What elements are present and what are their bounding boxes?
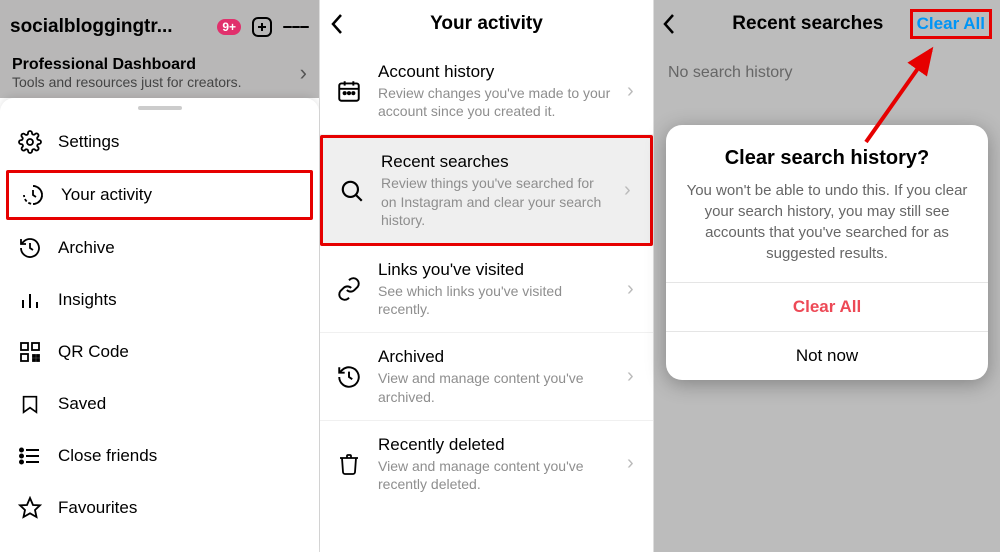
menu-label: Saved xyxy=(58,394,106,414)
menu-label: Your activity xyxy=(61,185,152,205)
modal-desc: You won't be able to undo this. If you c… xyxy=(686,180,968,264)
menu-archive[interactable]: Archive xyxy=(0,222,319,274)
dashboard-subtitle: Tools and resources just for creators. xyxy=(12,74,242,90)
item-title: Account history xyxy=(378,62,613,82)
chevron-right-icon: › xyxy=(627,278,643,301)
modal-not-now-button[interactable]: Not now xyxy=(666,331,988,380)
modal-clear-all-button[interactable]: Clear All xyxy=(666,282,988,331)
back-button[interactable] xyxy=(662,13,686,35)
star-icon xyxy=(18,496,42,520)
menu-saved[interactable]: Saved xyxy=(0,378,319,430)
calendar-icon xyxy=(334,78,364,104)
item-title: Recent searches xyxy=(381,152,610,172)
archive-icon xyxy=(18,236,42,260)
gear-icon xyxy=(18,130,42,154)
menu-close-friends[interactable]: Close friends xyxy=(0,430,319,482)
activity-archived[interactable]: Archived View and manage content you've … xyxy=(320,333,653,420)
item-desc: Review things you've searched for on Ins… xyxy=(381,174,610,229)
menu-label: Settings xyxy=(58,132,119,152)
menu-label: Close friends xyxy=(58,446,157,466)
activity-title: Your activity xyxy=(354,13,619,35)
searches-title: Recent searches xyxy=(686,13,910,35)
link-icon xyxy=(334,276,364,302)
bookmark-icon xyxy=(18,392,42,416)
menu-favourites[interactable]: Favourites xyxy=(0,482,319,534)
professional-dashboard-row[interactable]: Professional Dashboard Tools and resourc… xyxy=(10,52,309,94)
profile-header-dimmed: socialbloggingtr... 9+ Professional Dash… xyxy=(0,0,319,98)
username-label[interactable]: socialbloggingtr... xyxy=(10,16,209,38)
modal-title: Clear search history? xyxy=(686,147,968,170)
menu-qr-code[interactable]: QR Code xyxy=(0,326,319,378)
menu-label: Favourites xyxy=(58,498,137,518)
activity-icon xyxy=(21,183,45,207)
item-title: Recently deleted xyxy=(378,435,613,455)
highlight-your-activity: Your activity xyxy=(6,170,313,220)
item-desc: View and manage content you've archived. xyxy=(378,369,613,405)
archive-icon xyxy=(334,364,364,390)
item-desc: View and manage content you've recently … xyxy=(378,457,613,493)
item-title: Links you've visited xyxy=(378,260,613,280)
item-desc: See which links you've visited recently. xyxy=(378,282,613,318)
list-icon xyxy=(18,444,42,468)
menu-label: QR Code xyxy=(58,342,129,362)
chevron-right-icon: › xyxy=(300,60,307,86)
activity-links-visited[interactable]: Links you've visited See which links you… xyxy=(320,246,653,333)
activity-header: Your activity xyxy=(320,0,653,48)
item-title: Archived xyxy=(378,347,613,367)
activity-recently-deleted[interactable]: Recently deleted View and manage content… xyxy=(320,421,653,507)
item-desc: Review changes you've made to your accou… xyxy=(378,84,613,120)
menu-label: Insights xyxy=(58,290,117,310)
back-button[interactable] xyxy=(330,13,354,35)
chevron-right-icon: › xyxy=(627,452,643,475)
chevron-right-icon: › xyxy=(627,80,643,103)
panel-profile-menu: socialbloggingtr... 9+ Professional Dash… xyxy=(0,0,320,552)
clear-history-modal: Clear search history? You won't be able … xyxy=(666,125,988,380)
panel-recent-searches: Recent searches Clear All No search hist… xyxy=(654,0,1000,552)
menu-insights[interactable]: Insights xyxy=(0,274,319,326)
sheet-handle[interactable] xyxy=(138,106,182,110)
chevron-right-icon: › xyxy=(624,179,640,202)
menu-label: Archive xyxy=(58,238,115,258)
searches-header: Recent searches Clear All xyxy=(654,0,1000,48)
panel-your-activity: Your activity Account history Review cha… xyxy=(320,0,654,552)
trash-icon xyxy=(334,451,364,477)
qr-code-icon xyxy=(18,340,42,364)
no-history-label: No search history xyxy=(654,48,1000,98)
menu-sheet: Settings Your activity Archive Insights xyxy=(0,98,319,552)
search-icon xyxy=(337,178,367,204)
new-post-icon[interactable] xyxy=(249,14,275,40)
menu-your-activity[interactable]: Your activity xyxy=(9,173,310,217)
dashboard-title: Professional Dashboard xyxy=(12,56,242,74)
chevron-right-icon: › xyxy=(627,365,643,388)
activity-account-history[interactable]: Account history Review changes you've ma… xyxy=(320,48,653,135)
activity-recent-searches[interactable]: Recent searches Review things you've sea… xyxy=(320,135,653,246)
notification-badge: 9+ xyxy=(217,19,241,35)
insights-icon xyxy=(18,288,42,312)
clear-all-link[interactable]: Clear All xyxy=(910,9,992,39)
hamburger-icon[interactable] xyxy=(283,14,309,40)
menu-settings[interactable]: Settings xyxy=(0,116,319,168)
